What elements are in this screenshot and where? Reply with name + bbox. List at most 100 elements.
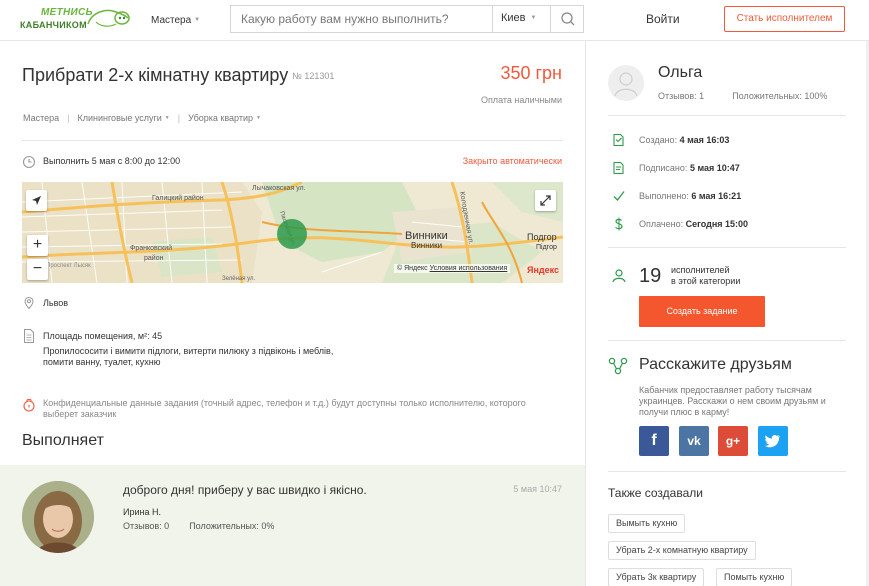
task-map[interactable]: Галицкий район Франковский район Проспек…	[22, 182, 563, 283]
status-created-text: Создано: 4 мая 16:03	[639, 135, 729, 145]
description-line-2: помити ванну, туалет, кухню	[43, 357, 161, 367]
city-select-value: Киев	[501, 12, 526, 24]
breadcrumb-cleaning[interactable]: Клининговые услуги ▼	[77, 113, 169, 123]
task-schedule: Выполнить 5 мая с 8:00 до 12:00	[22, 155, 180, 171]
logo-line2: КАБАНЧИКОМ	[20, 20, 87, 30]
masters-menu-label: Мастера	[151, 15, 192, 26]
yandex-logo: Яндекс	[527, 265, 560, 275]
executor-positive: Положительных: 0%	[189, 521, 275, 531]
divider	[608, 247, 846, 248]
document-edit-icon	[613, 133, 624, 147]
status-created-label: Создано:	[639, 135, 678, 145]
performers-caption: исполнителей в этой категории	[671, 265, 740, 287]
executor-stats: Отзывов: 0 Положительных: 0%	[123, 521, 274, 531]
map-label-street3: Зелёная ул.	[222, 276, 256, 282]
search-button[interactable]	[550, 6, 584, 32]
also-created-title: Также создавали	[608, 486, 703, 500]
status-signed-label: Подписано:	[639, 163, 688, 173]
related-task-tag[interactable]: Убрать 3к квартиру	[608, 568, 705, 586]
create-task-button[interactable]: Создать задание	[639, 296, 765, 327]
client-name[interactable]: Ольга	[658, 64, 702, 82]
schedule-text: Выполнить 5 мая с 8:00 до 12:00	[43, 156, 181, 166]
map-zoom-out-button[interactable]: −	[27, 259, 48, 280]
client-avatar[interactable]	[608, 65, 644, 101]
performers-count: 19	[639, 265, 662, 287]
vk-share-button[interactable]: vk	[679, 426, 709, 456]
map-geolocate-button[interactable]	[26, 190, 47, 211]
executor-card: доброго дня! приберу у вас швидко і якіс…	[0, 465, 585, 586]
divider	[608, 340, 846, 341]
map-label-prospect: Проспект Лысяк	[46, 263, 91, 269]
executor-name[interactable]: Ирина Н.	[123, 507, 161, 517]
twitter-icon	[764, 435, 780, 448]
related-task-tag[interactable]: Вымыть кухню	[608, 514, 686, 533]
google-plus-share-button[interactable]: g+	[718, 426, 748, 456]
map-pin-icon	[24, 296, 34, 310]
breadcrumb-apartments-label: Уборка квартир	[188, 113, 253, 123]
related-task-tag[interactable]: Убрать 2-х комнатную квартиру	[608, 541, 756, 560]
share-icon	[608, 357, 628, 375]
search-bar: Киев ▼	[230, 5, 584, 33]
map-label-street1: Лычаковская ул.	[252, 185, 306, 192]
clock-icon	[22, 155, 36, 169]
vk-icon: vk	[687, 434, 701, 448]
client-positive: Положительных: 100%	[732, 91, 828, 101]
top-header: МЕТНИСЬ КАБАНЧИКОМ Мастера▼ Киев▼ Войти …	[0, 0, 869, 41]
map-label-galytskyi: Галицкий район	[152, 194, 204, 202]
chevron-down-icon: ▼	[164, 115, 170, 121]
expand-icon	[540, 195, 551, 206]
divider	[608, 115, 846, 116]
facebook-icon: f	[651, 432, 657, 449]
confidential-text: Конфиденциальные данные задания (точный …	[43, 398, 583, 420]
map-terms-link[interactable]: Условия использования	[430, 265, 508, 272]
breadcrumb-masters[interactable]: Мастера	[23, 113, 59, 123]
breadcrumb-apartments[interactable]: Уборка квартир ▼	[188, 113, 261, 123]
pig-logo-icon	[87, 9, 130, 27]
city-select[interactable]: Киев ▼	[492, 6, 550, 32]
status-signed-value: 5 мая 10:47	[689, 163, 740, 173]
map-copyright: © Яндекс	[397, 265, 428, 272]
client-reviews: Отзывов: 1	[658, 91, 705, 101]
status-signed-text: Подписано: 5 мая 10:47	[639, 163, 740, 173]
login-link[interactable]: Войти	[646, 12, 680, 26]
chevron-down-icon: ▼	[530, 15, 537, 21]
map-label-podgortsy: Подгор	[527, 232, 557, 242]
location-text: Львов	[43, 298, 69, 308]
chevron-down-icon: ▼	[256, 115, 261, 121]
location-arrow-icon	[32, 196, 41, 205]
task-location-marker	[277, 219, 307, 249]
map-fullscreen-button[interactable]	[535, 190, 556, 211]
performers-line-1: исполнителей	[671, 265, 730, 275]
share-text: Кабанчик предоставляет работу тысячам ук…	[639, 385, 826, 417]
executor-message-date: 5 мая 10:47	[513, 484, 562, 494]
description-line-1: Пропилососити і вимити підлоги, витерти …	[43, 346, 334, 356]
confidential-line-1: Конфиденциальные данные задания (точный …	[43, 398, 526, 408]
map-label-vynnyky-ua: Винники	[411, 241, 442, 250]
masters-menu[interactable]: Мастера ▼	[151, 15, 200, 26]
payment-method: Оплата наличными	[480, 95, 562, 105]
dollar-icon	[615, 217, 623, 231]
user-placeholder-icon	[614, 72, 638, 97]
search-input[interactable]	[231, 6, 491, 32]
task-title: Прибрати 2-х кімнатну квартиру № 121301	[22, 65, 334, 86]
document-icon	[24, 329, 34, 343]
share-title: Расскажите друзьям	[639, 356, 792, 373]
executor-avatar[interactable]	[22, 481, 94, 553]
map-label-frankivskyi2: район	[144, 254, 164, 262]
document-signed-icon	[613, 161, 624, 175]
map-label-podgortsy2: Підгор	[536, 243, 557, 251]
logo[interactable]: МЕТНИСЬ КАБАНЧИКОМ	[20, 4, 132, 36]
performers-line-2: в этой категории	[671, 276, 741, 286]
task-price: 350 грн	[500, 63, 562, 83]
divider	[22, 140, 563, 141]
become-executor-button[interactable]: Стать исполнителем	[724, 6, 845, 32]
executor-section-title: Выполняет	[22, 432, 104, 449]
twitter-share-button[interactable]	[758, 426, 788, 456]
map-zoom-in-button[interactable]: +	[27, 235, 48, 256]
lock-icon	[23, 398, 35, 412]
facebook-share-button[interactable]: f	[639, 426, 669, 456]
related-task-tag[interactable]: Помыть кухню	[716, 568, 793, 586]
users-icon	[612, 269, 626, 283]
divider	[608, 471, 846, 472]
task-number: № 121301	[292, 71, 335, 81]
